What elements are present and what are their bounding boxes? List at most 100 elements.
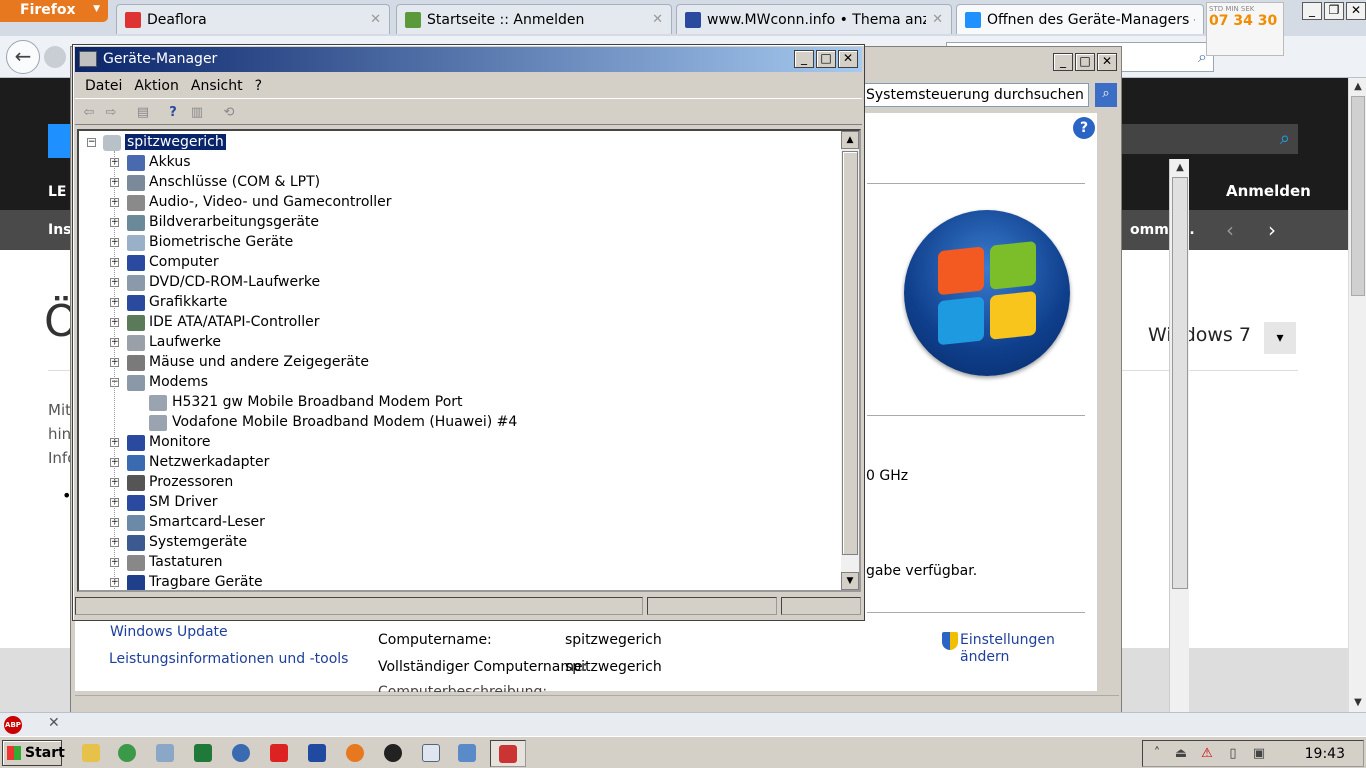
chevron-down-icon[interactable]: ▾ [1264,322,1296,354]
collapse-icon[interactable]: − [87,138,96,147]
windows-update-link[interactable]: Windows Update [110,624,228,640]
forward-arrow-icon[interactable]: ⇨ [103,105,119,121]
close-icon[interactable]: ✕ [838,50,858,68]
close-tab-icon[interactable]: ✕ [652,12,663,27]
sign-in-link[interactable]: Anmelden [1226,182,1311,200]
scrollbar-thumb[interactable] [1172,177,1188,589]
clock-units-label: STD MIN SEK [1209,5,1255,13]
tab-title: Öffnen des Geräte-Managers - Hilfe ... [987,11,1195,28]
network-icon[interactable]: ▣ [1251,746,1267,762]
performance-info-link[interactable]: Leistungsinformationen und -tools [109,651,348,667]
start-button[interactable]: Start [2,740,65,766]
scroll-down-icon[interactable]: ▼ [1349,694,1366,712]
chevron-right-icon[interactable]: › [1268,218,1276,242]
safely-remove-icon[interactable]: ⏏ [1173,746,1189,762]
device-tree: − spitzwegerich + Akkus + Anschlüsse (COM & L… [77,129,861,592]
back-button[interactable]: ← [6,40,40,74]
properties-icon[interactable]: ▥ [189,105,205,121]
tab-geraete-manager-hilfe[interactable]: Öffnen des Geräte-Managers - Hilfe ... [956,4,1204,34]
category-label: Audio-, Video- und Gamecontroller [149,194,392,210]
maximize-icon[interactable]: □ [1075,53,1095,71]
close-icon[interactable]: ✕ [1346,2,1366,20]
clock[interactable]: 19:43 [1305,746,1345,762]
scroll-up-icon[interactable]: ▲ [1170,159,1190,177]
windows-logo-icon [48,124,70,158]
site-search-box[interactable]: ⌕ [1120,124,1298,154]
menu-aktion[interactable]: Aktion [132,75,189,98]
windows-flag-icon [938,240,1038,348]
category-label: Prozessoren [149,474,234,490]
control-panel-scrollbar[interactable]: ▲ ▼ [1169,159,1189,739]
word-icon[interactable] [304,741,330,765]
category-label: Computer [149,254,219,270]
chevron-up-icon[interactable]: ˄ [1149,746,1165,762]
modem-device-icon [149,415,167,431]
show-hide-tree-icon[interactable]: ▤ [135,105,151,121]
start-label: Start [25,745,65,761]
help-icon[interactable]: ? [1073,117,1095,139]
restore-icon[interactable]: ❐ [1324,2,1344,20]
scroll-up-icon[interactable]: ▲ [841,131,859,149]
tab-deaflora[interactable]: Deaflora ✕ [116,4,390,34]
startseite-favicon-icon [405,11,421,28]
power-warning-icon[interactable]: ⚠ [1199,746,1215,762]
change-settings-link[interactable]: Einstellungen ändern [960,632,1060,666]
scrollbar-thumb[interactable] [1351,96,1365,296]
page-scrollbar[interactable]: ▲ ▼ [1348,78,1366,712]
firefox-menu-button[interactable]: Firefox ▼ [0,0,108,22]
forward-button[interactable] [44,46,66,68]
search-icon[interactable]: ⌕ [1280,128,1290,149]
menu-ansicht[interactable]: Ansicht [189,75,253,98]
explorer-icon[interactable] [78,741,104,765]
media-icon[interactable] [380,741,406,765]
control-panel-search-input[interactable]: Systemsteuerung durchsuchen [861,83,1089,107]
os-version-select[interactable]: Windows 7 [1148,324,1251,346]
windows-logo-icon [7,746,21,760]
active-task-device-manager[interactable] [490,740,526,767]
red-app-icon[interactable] [266,741,292,765]
search-icon[interactable]: ⌕ [1095,83,1117,107]
menu-help[interactable]: ? [253,75,272,98]
back-arrow-icon[interactable]: ⇦ [81,105,97,121]
windows-favicon-icon [965,11,981,28]
system-tray: ˄ ⏏ ⚠ ▯ ▣ 19:43 [1142,740,1364,767]
device-tree-scrollbar[interactable]: ▲ ▼ [841,131,859,590]
monitor-icon [127,435,145,451]
notepad-icon[interactable] [418,741,444,765]
network-globe-icon[interactable] [114,741,140,765]
menu-datei[interactable]: Datei [83,75,132,98]
tab-mwconn[interactable]: www.MWconn.info • Thema anzeig... ✕ [676,4,952,34]
minimize-icon[interactable]: _ [1302,2,1322,20]
close-tab-icon[interactable]: ✕ [370,12,381,27]
mouse-icon [127,355,145,371]
drive-icon[interactable] [152,741,178,765]
mwconn-favicon-icon [685,11,701,28]
minimize-icon[interactable]: _ [1053,53,1073,71]
keyboard-icon [127,555,145,571]
control-panel-icon[interactable] [454,741,480,765]
chevron-left-icon[interactable]: ‹ [1226,218,1234,242]
scroll-down-icon[interactable]: ▼ [841,572,859,590]
toolbar: ⇦ ⇨ ▤ ? ▥ ⟲ [75,101,862,125]
scan-hardware-icon[interactable]: ⟲ [221,105,237,121]
category-label: Grafikkarte [149,294,228,310]
close-icon[interactable]: ✕ [1097,53,1117,71]
minimize-icon[interactable]: _ [794,50,814,68]
tab-startseite[interactable]: Startseite :: Anmelden ✕ [396,4,672,34]
maximize-icon[interactable]: □ [816,50,836,68]
battery-icon[interactable]: ▯ [1225,746,1241,762]
scrollbar-thumb[interactable] [842,151,858,555]
close-tab-icon[interactable]: ✕ [932,12,943,27]
help-icon[interactable]: ? [165,105,181,121]
browser-icon[interactable] [228,741,254,765]
scroll-up-icon[interactable]: ▲ [1349,78,1366,96]
close-icon[interactable]: ✕ [48,715,60,731]
excel-icon[interactable] [190,741,216,765]
category-label: Akkus [149,154,191,170]
adblock-plus-icon[interactable]: ABP [4,716,22,734]
device-manager-titlebar[interactable]: Geräte-Manager _ □ ✕ [75,47,862,72]
site-nav-item[interactable]: LE [48,184,66,200]
processor-icon [127,475,145,491]
firefox-icon[interactable] [342,741,368,765]
tab-title: Deaflora [147,11,207,28]
